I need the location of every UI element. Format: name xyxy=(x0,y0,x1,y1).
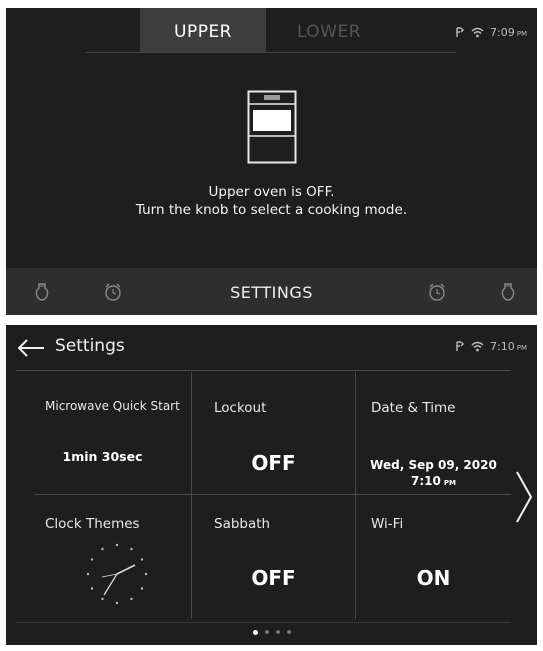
light-bulb-icon[interactable] xyxy=(498,281,518,303)
back-arrow-icon[interactable] xyxy=(16,338,46,358)
settings-header: Settings 7:10 PM xyxy=(6,325,537,369)
tile-value: 1min 30sec xyxy=(62,449,143,464)
chevron-right-icon[interactable] xyxy=(513,470,535,524)
oven-status-message: Upper oven is OFF. xyxy=(208,184,335,200)
oven-icon xyxy=(247,90,297,164)
tile-value: ON xyxy=(416,566,451,590)
tile-title: Sabbath xyxy=(214,516,271,532)
oven-tabs: UPPER LOWER xyxy=(140,8,392,52)
tile-title: Lockout xyxy=(214,400,267,416)
tile-time: 7:10 PM xyxy=(411,474,456,488)
wifi-icon xyxy=(471,27,484,38)
tile-microwave-quick-start[interactable]: Microwave Quick Start 1min 30sec xyxy=(14,372,191,494)
page-dot[interactable] xyxy=(264,630,269,634)
tile-sabbath[interactable]: Sabbath OFF xyxy=(192,495,355,619)
bottom-bar: SETTINGS xyxy=(6,268,537,315)
settings-grid: Microwave Quick Start 1min 30sec Lockout… xyxy=(14,372,511,619)
analog-clock-icon xyxy=(86,543,148,605)
pagination-dots xyxy=(6,629,537,635)
page-title: Settings xyxy=(55,336,125,356)
tile-date: Wed, Sep 09, 2020 xyxy=(370,458,497,472)
settings-button[interactable]: SETTINGS xyxy=(6,283,537,302)
tile-lockout[interactable]: Lockout OFF xyxy=(192,372,355,494)
timer-icon[interactable] xyxy=(427,281,447,303)
tile-value: OFF xyxy=(251,566,296,590)
wifi-icon xyxy=(471,341,484,352)
settings-screen: Settings 7:10 PM Microwave Quick Start 1m… xyxy=(6,325,537,645)
page-dot[interactable] xyxy=(275,630,280,634)
tile-date-time[interactable]: Date & Time Wed, Sep 09, 2020 7:10 PM xyxy=(356,372,511,494)
tile-value: OFF xyxy=(251,451,296,475)
tab-divider xyxy=(86,52,456,53)
status-bar: 7:09 PM xyxy=(454,26,527,39)
page-dot-active[interactable] xyxy=(252,629,258,635)
remote-enable-icon xyxy=(456,27,465,37)
page-dot[interactable] xyxy=(286,630,291,634)
tile-title: Clock Themes xyxy=(45,516,140,532)
tile-title: Microwave Quick Start xyxy=(45,399,180,413)
oven-instruction-message: Turn the knob to select a cooking mode. xyxy=(135,202,408,218)
tab-upper[interactable]: UPPER xyxy=(140,8,266,52)
clock-time: 7:09 PM xyxy=(490,26,527,39)
upper-oven-home-screen: UPPER LOWER 7:09 PM Upper oven is OFF. Tu… xyxy=(6,8,537,315)
remote-enable-icon xyxy=(456,341,465,351)
tile-title: Date & Time xyxy=(371,400,456,416)
tile-title: Wi-Fi xyxy=(371,516,404,532)
clock-time: 7:10 PM xyxy=(490,340,527,353)
header-divider xyxy=(16,370,511,371)
tile-wifi[interactable]: Wi-Fi ON xyxy=(356,495,511,619)
status-bar: 7:10 PM xyxy=(454,340,527,353)
tile-clock-themes[interactable]: Clock Themes xyxy=(14,495,191,619)
grid-bottom-divider xyxy=(16,622,511,623)
tab-lower[interactable]: LOWER xyxy=(266,8,392,52)
